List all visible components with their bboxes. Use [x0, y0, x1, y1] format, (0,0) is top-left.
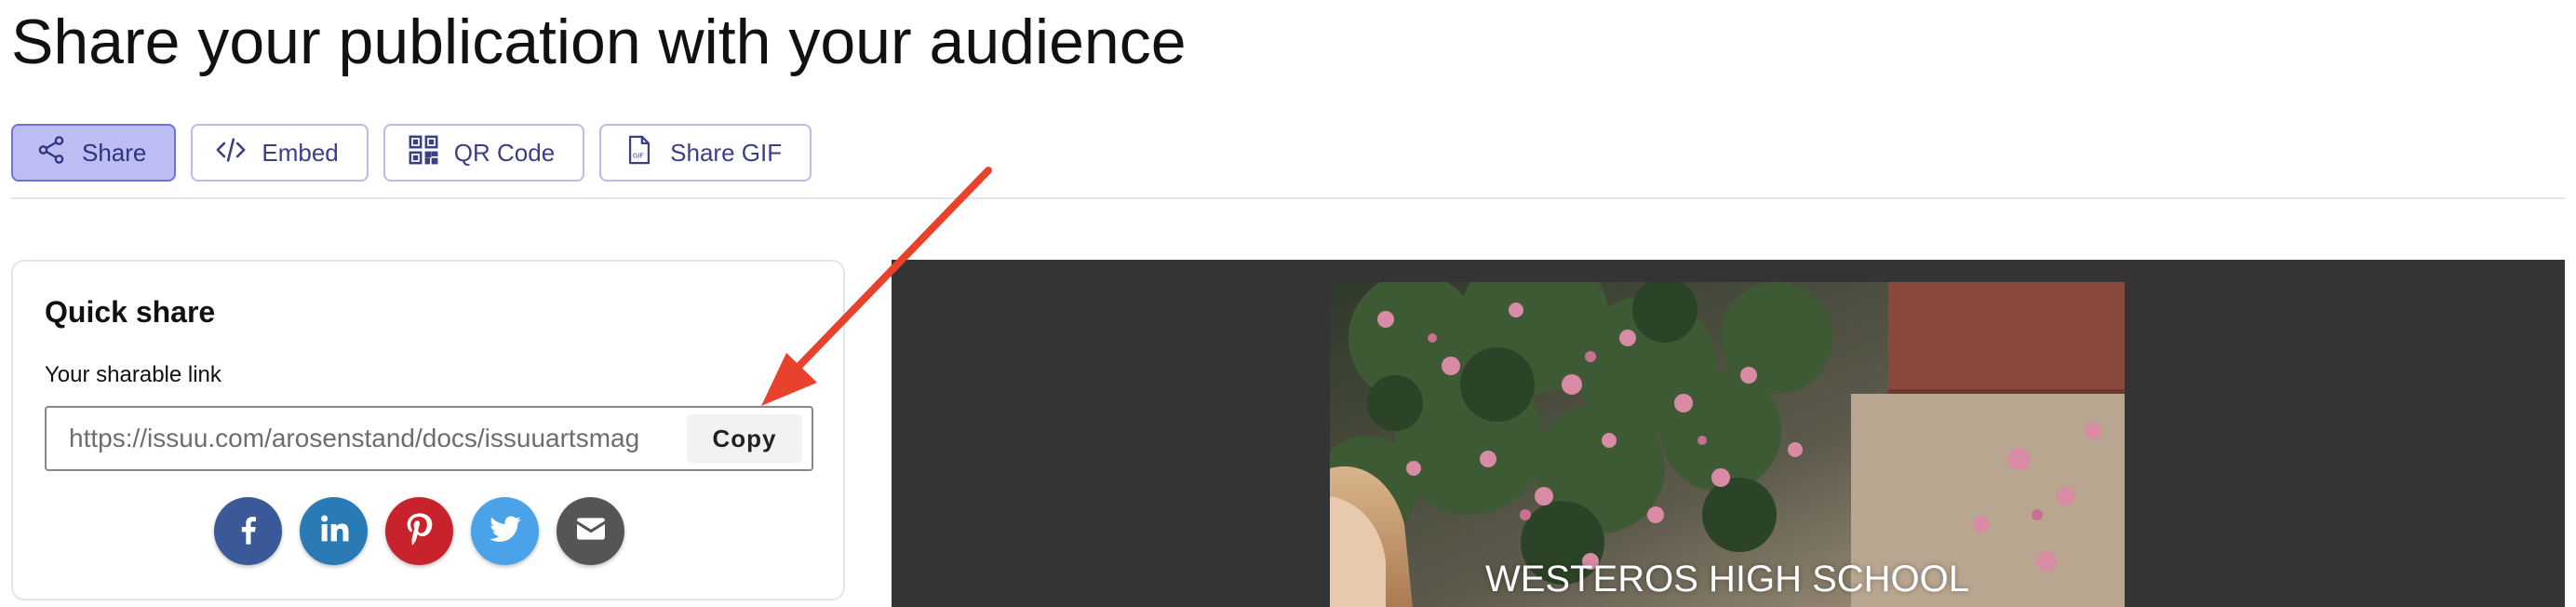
svg-text:GIF: GIF	[633, 151, 644, 159]
sharable-link-field: Copy	[45, 406, 813, 471]
quick-share-card: Quick share Your sharable link Copy	[11, 260, 845, 600]
cover-title: WESTEROS HIGH SCHOOL	[1484, 559, 1970, 600]
twitter-icon	[487, 510, 524, 552]
tab-embed[interactable]: Embed	[191, 124, 369, 182]
quick-share-title: Quick share	[45, 295, 216, 329]
tab-share[interactable]: Share	[11, 124, 177, 182]
linkedin-share-button[interactable]	[300, 497, 368, 565]
code-icon	[215, 134, 247, 172]
tab-label: QR Code	[453, 138, 556, 167]
facebook-share-button[interactable]	[214, 497, 282, 565]
gif-file-icon: GIF	[624, 134, 655, 172]
facebook-icon	[230, 510, 267, 552]
tab-label: Share	[82, 138, 147, 167]
page-title: Share your publication with your audienc…	[11, 7, 1187, 77]
sharable-link-input[interactable]	[47, 408, 720, 469]
tab-share-gif[interactable]: GIF Share GIF	[599, 124, 812, 182]
twitter-share-button[interactable]	[471, 497, 539, 565]
social-share-buttons	[214, 497, 624, 565]
pinterest-icon	[401, 510, 438, 552]
publication-preview[interactable]: WESTEROS HIGH SCHOOL	[892, 260, 2565, 607]
divider	[11, 197, 2565, 199]
email-share-button[interactable]	[557, 497, 624, 565]
tab-qr-code[interactable]: QR Code	[382, 124, 585, 182]
publication-cover: WESTEROS HIGH SCHOOL	[1330, 282, 2125, 607]
linkedin-icon	[315, 510, 353, 552]
tab-label: Embed	[262, 138, 339, 167]
sharable-link-label: Your sharable link	[45, 362, 221, 387]
pinterest-share-button[interactable]	[385, 497, 453, 565]
qr-code-icon	[408, 134, 439, 172]
share-tabs: Share Embed QR Code GIF Share GIF	[11, 124, 812, 182]
copy-button[interactable]: Copy	[687, 414, 802, 463]
email-icon	[572, 510, 610, 552]
share-icon	[35, 134, 67, 172]
tab-label: Share GIF	[670, 138, 783, 167]
